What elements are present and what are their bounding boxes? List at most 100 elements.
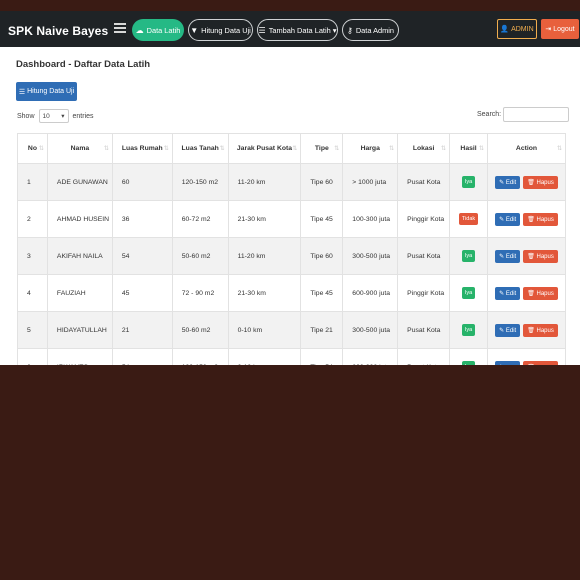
hapus-button[interactable]: 🗑 Hapus — [523, 323, 558, 337]
table-cell-no: 5 — [17, 311, 48, 349]
sort-icon: ⇅ — [38, 146, 44, 152]
table-cell-tipe: Tipe 60 — [300, 237, 344, 275]
table-cell-nama: IRWANTO — [46, 348, 113, 365]
nav-data-latih[interactable]: ☁ Data Latih — [132, 19, 184, 41]
column-header[interactable]: Lokasi ⇅ — [397, 133, 451, 164]
top-navbar: SPK Naive Bayes ☁ Data Latih ▼ Hitung Data… — [0, 11, 580, 47]
hasil-badge: Iya — [461, 176, 476, 188]
list-icon: ☰ — [18, 88, 26, 96]
table-cell-nama: FAUZIAH — [46, 274, 113, 312]
column-header[interactable]: Luas Tanah ⇅ — [171, 133, 229, 164]
edit-icon: ✎ — [499, 327, 506, 334]
hapus-button[interactable]: 🗑 Hapus — [523, 212, 558, 226]
chevron-down-icon: ▾ — [332, 25, 337, 35]
edit-button[interactable]: ✎ Edit — [495, 323, 521, 337]
table-cell-luas-tanah: 60-72 m2 — [171, 200, 229, 238]
table-cell-lokasi: Pusat Kota — [397, 237, 451, 275]
table-row: 4 FAUZIAH 45 72 - 90 m2 21-30 km Tipe 45 600-9… — [17, 274, 566, 312]
logout-icon: ⇥ — [545, 26, 552, 33]
list-icon: ☰ — [258, 25, 266, 35]
edit-icon: ✎ — [499, 253, 506, 260]
table-cell-lokasi: Pusat Kota — [397, 163, 451, 201]
table-cell-lokasi: Pinggir Kota — [397, 274, 451, 312]
sort-icon: ⇅ — [441, 146, 447, 152]
sort-icon: ⇅ — [103, 146, 109, 152]
trash-icon: 🗑 — [527, 365, 536, 366]
hasil-badge: Tidak — [458, 213, 479, 225]
column-header[interactable]: Hasil ⇅ — [449, 133, 488, 164]
table-cell-luas-tanah: 120-150 m2 — [171, 348, 229, 365]
table-cell-jarak: 21-30 km — [227, 274, 302, 312]
table-cell-no: 3 — [17, 237, 48, 275]
sort-icon: ⇅ — [556, 146, 562, 152]
table-cell-jarak: 0-10 km — [227, 348, 302, 365]
edit-icon: ✎ — [499, 216, 506, 223]
table-cell-lokasi: Pusat Kota — [397, 311, 451, 349]
table-cell-hasil: Iya — [449, 311, 488, 349]
sort-icon: ⇅ — [292, 146, 298, 152]
table-row: 1 ADE GUNAWAN 60 120-150 m2 11-20 km Tipe 60 >… — [17, 163, 566, 201]
edit-button[interactable]: ✎ Edit — [495, 249, 521, 263]
column-header[interactable]: Action ⇅ — [487, 133, 566, 164]
column-header[interactable]: Harga ⇅ — [342, 133, 399, 164]
column-header[interactable]: Jarak Pusat Kota ⇅ — [227, 133, 302, 164]
edit-button[interactable]: ✎ Edit — [495, 360, 521, 365]
table-cell-no: 6 — [17, 348, 48, 365]
table-cell-luas-rumah: 60 — [111, 163, 173, 201]
table-search: Search: — [477, 107, 570, 122]
table-row: 5 HIDAYATULLAH 21 50-60 m2 0-10 km Tipe 21 300… — [17, 311, 566, 349]
search-input[interactable] — [503, 107, 570, 122]
admin-button[interactable]: 👤 ADMIN — [497, 19, 537, 39]
edit-button[interactable]: ✎ Edit — [495, 175, 521, 189]
table-cell-tipe: Tipe 21 — [300, 311, 344, 349]
table-cell-action: ✎ Edit🗑 Hapus — [487, 237, 566, 275]
filter-icon: ▼ — [190, 25, 199, 35]
hapus-button[interactable]: 🗑 Hapus — [523, 249, 558, 263]
chevron-down-icon: ▾ — [61, 113, 65, 120]
edit-button[interactable]: ✎ Edit — [495, 286, 521, 300]
table-cell-harga: 300-500 juta — [342, 237, 399, 275]
logout-button[interactable]: ⇥ Logout — [541, 19, 579, 39]
table-cell-harga: 300-500 juta — [342, 311, 399, 349]
table-cell-tipe: Tipe 45 — [300, 200, 344, 238]
hasil-badge: Iya — [461, 250, 476, 262]
table-row: 3 AKIFAH NAILA 54 50-60 m2 11-20 km Tipe 60 30… — [17, 237, 566, 275]
nav-data-admin[interactable]: ⚷ Data Admin — [342, 19, 399, 41]
sort-icon: ⇅ — [478, 146, 484, 152]
table-cell-nama: HIDAYATULLAH — [46, 311, 113, 349]
hapus-button[interactable]: 🗑 Hapus — [523, 175, 558, 189]
entries-select[interactable]: 10 ▾ — [38, 109, 69, 123]
nav-hitung-data-uji[interactable]: ▼ Hitung Data Uji — [188, 19, 253, 41]
table-cell-luas-rumah: 21 — [111, 311, 173, 349]
hapus-button[interactable]: 🗑 Hapus — [523, 286, 558, 300]
trash-icon: 🗑 — [527, 216, 537, 223]
edit-icon: ✎ — [499, 290, 506, 297]
table-cell-no: 4 — [17, 274, 48, 312]
sort-icon: ⇅ — [163, 146, 169, 152]
top-backdrop-strip — [0, 0, 580, 11]
column-header[interactable]: Tipe ⇅ — [300, 133, 344, 164]
hapus-button[interactable]: 🗑 Hapus — [523, 360, 558, 366]
table-cell-jarak: 0-10 km — [227, 311, 302, 349]
nav-tambah-data-latih-dropdown[interactable]: ☰ Tambah Data Latih ▾ — [257, 19, 338, 41]
hitung-data-uji-button[interactable]: ☰ Hitung Data Uji — [16, 82, 77, 101]
table-row: 6IRWANTO54120-150 m20-10 kmTipe 54600-90… — [17, 348, 566, 366]
column-header[interactable]: Nama ⇅ — [46, 133, 113, 164]
table-cell-lokasi: Pusat Kota — [397, 348, 451, 365]
hasil-badge: Iya — [461, 361, 476, 365]
column-header[interactable]: Luas Rumah ⇅ — [111, 133, 173, 164]
table-cell-harga: 100-300 juta — [342, 200, 399, 238]
table-cell-no: 1 — [17, 163, 48, 201]
table-cell-luas-tanah: 72 - 90 m2 — [171, 274, 229, 312]
entries-length-control: Show 10 ▾ entries — [17, 109, 94, 123]
table-cell-luas-tanah: 50-60 m2 — [171, 311, 229, 349]
table-cell-tipe: Tipe 45 — [300, 274, 344, 312]
table-cell-harga: 600-900 juta — [342, 348, 399, 365]
edit-button[interactable]: ✎ Edit — [495, 212, 521, 226]
table-cell-action: ✎ Edit🗑 Hapus — [487, 348, 566, 366]
hamburger-icon[interactable] — [114, 21, 126, 35]
table-cell-hasil: Iya — [449, 348, 488, 365]
table-header-row: No ⇅ Nama ⇅ Luas Rumah ⇅ Luas Tanah ⇅ Jarak … — [17, 133, 566, 164]
table-cell-action: ✎ Edit🗑 Hapus — [487, 311, 566, 349]
column-header[interactable]: No ⇅ — [17, 133, 48, 164]
